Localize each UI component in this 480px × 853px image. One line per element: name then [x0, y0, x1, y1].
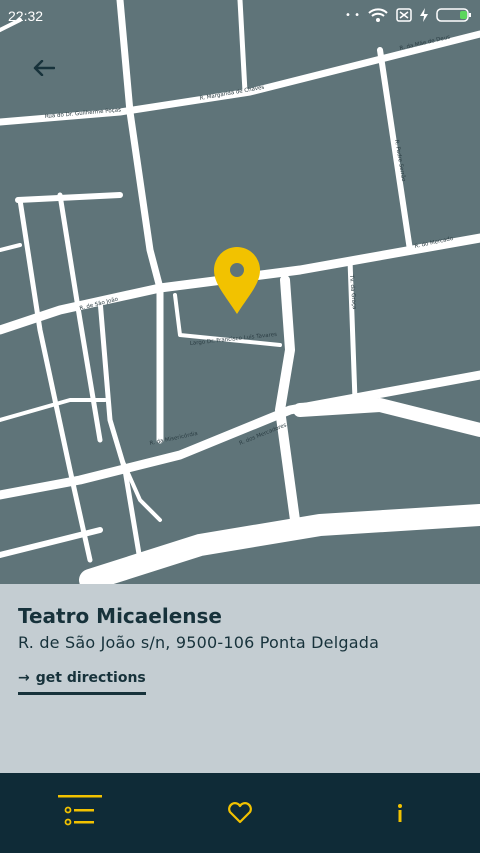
get-directions-link[interactable]: → get directions — [18, 670, 146, 695]
signal-dots-icon: • • — [345, 9, 360, 21]
status-time: 22:32 — [8, 8, 44, 24]
info-icon — [398, 804, 402, 822]
arrow-right-icon: → — [18, 670, 30, 686]
map-view[interactable]: R. Margarida de Chaves Rua do Dr. Guilhe… — [0, 0, 480, 584]
charging-icon — [420, 8, 428, 22]
wifi-icon — [368, 8, 388, 22]
nav-favorites-button[interactable] — [200, 773, 280, 853]
svg-text:R. da Misericórdia: R. da Misericórdia — [149, 430, 198, 447]
status-icons: • • — [345, 8, 472, 22]
heart-icon — [228, 802, 252, 824]
back-button[interactable] — [28, 52, 60, 84]
bottom-navigation — [0, 773, 480, 853]
sim-off-icon — [396, 8, 412, 22]
nav-info-button[interactable] — [360, 773, 440, 853]
get-directions-label: get directions — [35, 670, 146, 686]
battery-icon — [436, 8, 471, 22]
place-title: Teatro Micaelense — [18, 604, 222, 628]
status-bar: 22:32 • • — [0, 0, 480, 34]
nav-list-button[interactable] — [40, 773, 120, 853]
location-pin-icon[interactable] — [214, 247, 260, 314]
list-icon — [58, 795, 102, 826]
place-address: R. de São João s/n, 9500-106 Ponta Delga… — [18, 633, 380, 652]
map-streets: R. Margarida de Chaves Rua do Dr. Guilhe… — [0, 0, 480, 584]
arrow-left-icon — [33, 60, 55, 76]
